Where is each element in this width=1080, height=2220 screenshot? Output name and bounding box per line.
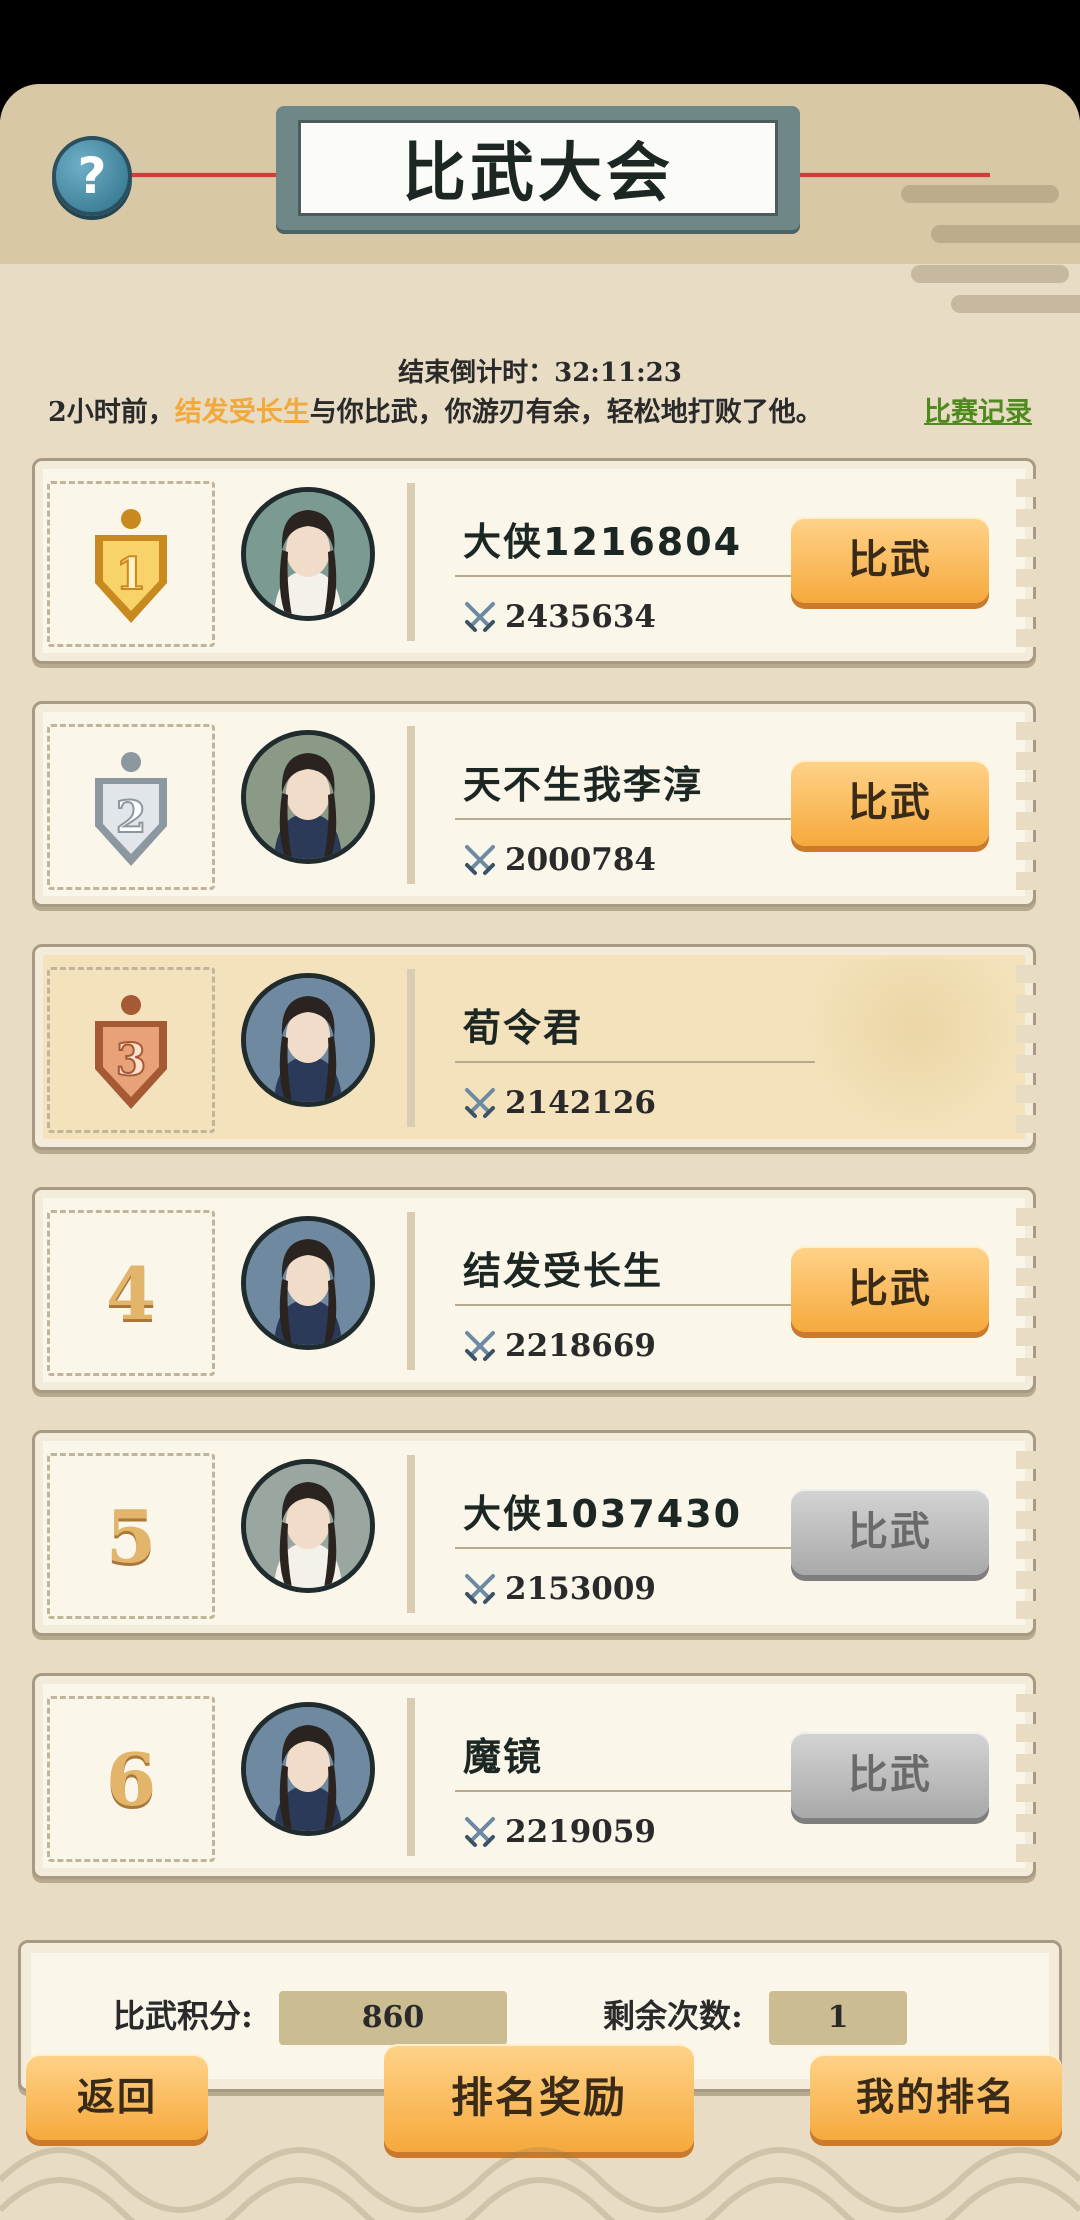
question-icon: ? bbox=[77, 147, 107, 205]
character-portrait-icon bbox=[246, 978, 370, 1102]
character-portrait-icon bbox=[246, 1707, 370, 1831]
player-name: 天不生我李淳 bbox=[463, 763, 704, 807]
info-divider bbox=[455, 1547, 815, 1549]
notice-prefix: 2小时前， bbox=[48, 397, 175, 428]
combat-power-value: 2219059 bbox=[505, 1814, 656, 1850]
combat-power: 2142126 bbox=[463, 1085, 656, 1121]
gold-medal-icon: 1 bbox=[95, 509, 167, 623]
player-info: 荀令君 2142126 bbox=[407, 969, 1019, 1127]
torn-edge-decoration bbox=[1016, 1451, 1036, 1621]
player-name: 结发受长生 bbox=[463, 1249, 664, 1293]
challenge-button[interactable]: 比武 bbox=[791, 1246, 989, 1332]
ranking-row: 6 魔镜 2219059 比武 bbox=[32, 1673, 1036, 1879]
combat-power: 2153009 bbox=[463, 1571, 656, 1607]
arena-panel: ? 比武大会 结束倒计时：32:11:23 2小时前，结发受长生与你比武，你游刃… bbox=[0, 84, 1080, 2220]
ranking-row: 1 大侠1216804 2435634 比武 bbox=[32, 458, 1036, 664]
ranking-row: 2 天不生我李淳 2000784 比武 bbox=[32, 701, 1036, 907]
character-portrait-icon bbox=[246, 735, 370, 859]
player-avatar bbox=[241, 1702, 375, 1836]
countdown-timer: 结束倒计时：32:11:23 bbox=[398, 358, 682, 388]
help-button[interactable]: ? bbox=[52, 136, 132, 216]
torn-edge-decoration bbox=[1016, 1208, 1036, 1378]
crossed-swords-icon bbox=[465, 1331, 495, 1361]
crossed-swords-icon bbox=[465, 1088, 495, 1118]
combat-power: 2219059 bbox=[463, 1814, 656, 1850]
medal-rank-number: 1 bbox=[116, 549, 147, 600]
player-name: 荀令君 bbox=[463, 1006, 584, 1050]
rank-badge: 4 bbox=[47, 1210, 215, 1376]
bronze-medal-icon: 3 bbox=[95, 995, 167, 1109]
challenge-button: 比武 bbox=[791, 1732, 989, 1818]
player-avatar bbox=[241, 1216, 375, 1350]
score-label: 比武积分: bbox=[113, 1997, 253, 2035]
score-value: 860 bbox=[279, 1991, 507, 2045]
ranking-row: 3 荀令君 2142126 bbox=[32, 944, 1036, 1150]
crossed-swords-icon bbox=[465, 1817, 495, 1847]
notice-suffix: 与你比武，你游刃有余，轻松地打败了他。 bbox=[309, 397, 823, 428]
combat-power: 2218669 bbox=[463, 1328, 656, 1364]
info-divider bbox=[455, 818, 815, 820]
combat-power: 2435634 bbox=[463, 599, 656, 635]
rank-badge: 6 bbox=[47, 1696, 215, 1862]
ranking-row: 4 结发受长生 2218669 比武 bbox=[32, 1187, 1036, 1393]
torn-edge-decoration bbox=[1016, 479, 1036, 649]
rank-number: 5 bbox=[105, 1493, 157, 1579]
title-plaque: 比武大会 bbox=[276, 106, 800, 230]
silver-medal-icon: 2 bbox=[95, 752, 167, 866]
character-portrait-icon bbox=[246, 492, 370, 616]
character-portrait-icon bbox=[246, 1464, 370, 1588]
torn-edge-decoration bbox=[1016, 722, 1036, 892]
torn-edge-decoration bbox=[1016, 965, 1036, 1135]
medal-rank-number: 3 bbox=[116, 1035, 147, 1086]
challenge-button[interactable]: 比武 bbox=[791, 517, 989, 603]
player-avatar bbox=[241, 973, 375, 1107]
combat-power-value: 2142126 bbox=[505, 1085, 656, 1121]
player-name: 大侠1037430 bbox=[463, 1492, 743, 1536]
rank-number: 6 bbox=[105, 1736, 157, 1822]
rank-number: 4 bbox=[105, 1250, 157, 1336]
remaining-value: 1 bbox=[769, 1991, 907, 2045]
remaining-label: 剩余次数: bbox=[603, 1997, 743, 2035]
player-name: 魔镜 bbox=[463, 1735, 544, 1779]
medal-rank-number: 2 bbox=[116, 792, 147, 843]
notice-player-name: 结发受长生 bbox=[174, 397, 310, 428]
info-divider bbox=[455, 575, 815, 577]
challenge-button: 比武 bbox=[791, 1489, 989, 1575]
character-portrait-icon bbox=[246, 1221, 370, 1345]
player-name: 大侠1216804 bbox=[463, 520, 743, 564]
ranking-list: 1 大侠1216804 2435634 比武 2 天不生我李淳 2000784 … bbox=[32, 458, 1038, 1916]
crossed-swords-icon bbox=[465, 845, 495, 875]
page-title: 比武大会 bbox=[402, 137, 674, 211]
battle-record-link[interactable]: 比赛记录 bbox=[924, 390, 1032, 429]
info-divider bbox=[455, 1061, 815, 1063]
combat-power-value: 2218669 bbox=[505, 1328, 656, 1364]
battle-notice: 2小时前，结发受长生与你比武，你游刃有余，轻松地打败了他。 比赛记录 bbox=[48, 390, 1032, 429]
combat-power: 2000784 bbox=[463, 842, 656, 878]
ranking-row: 5 大侠1037430 2153009 比武 bbox=[32, 1430, 1036, 1636]
info-divider bbox=[455, 1304, 815, 1306]
player-avatar bbox=[241, 730, 375, 864]
info-divider bbox=[455, 1790, 815, 1792]
rank-badge: 5 bbox=[47, 1453, 215, 1619]
rank-badge: 1 bbox=[47, 481, 215, 647]
crossed-swords-icon bbox=[465, 1574, 495, 1604]
torn-edge-decoration bbox=[1016, 1694, 1036, 1864]
combat-power-value: 2435634 bbox=[505, 599, 656, 635]
rank-badge: 2 bbox=[47, 724, 215, 890]
rank-badge: 3 bbox=[47, 967, 215, 1133]
combat-power-value: 2153009 bbox=[505, 1571, 656, 1607]
challenge-button[interactable]: 比武 bbox=[791, 760, 989, 846]
player-avatar bbox=[241, 1459, 375, 1593]
player-avatar bbox=[241, 487, 375, 621]
combat-power-value: 2000784 bbox=[505, 842, 656, 878]
crossed-swords-icon bbox=[465, 602, 495, 632]
wave-decoration bbox=[0, 2147, 1080, 2220]
